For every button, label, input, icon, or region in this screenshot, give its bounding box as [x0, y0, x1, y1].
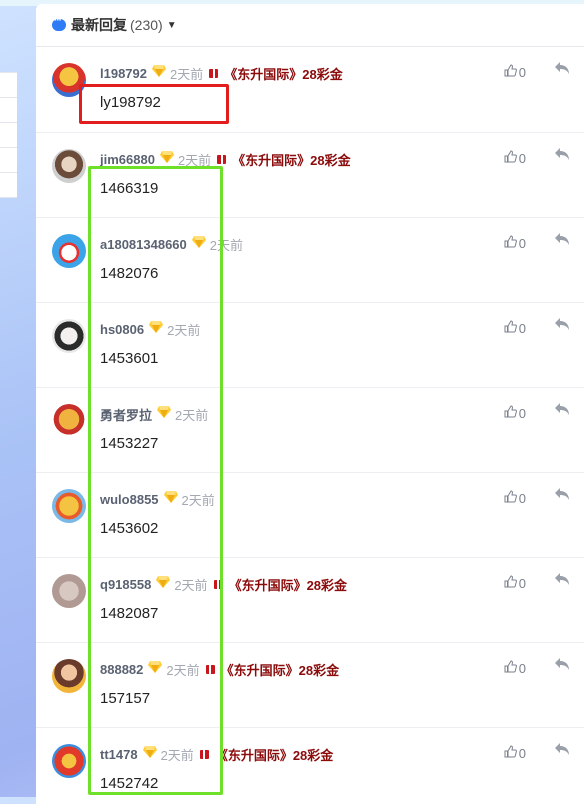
- thumbs-up-icon: [504, 575, 517, 591]
- thumbs-up-icon: [504, 64, 517, 80]
- reply-icon[interactable]: [554, 487, 570, 506]
- timestamp: 2天前: [170, 67, 204, 82]
- left-panel-row: [0, 173, 17, 198]
- comment-count: (230): [130, 17, 163, 33]
- username-link[interactable]: jim66880: [100, 152, 155, 167]
- thumbs-up-icon: [504, 320, 517, 336]
- left-panel-row: [0, 98, 17, 123]
- user-title-badge: 《东升国际》28彩金: [228, 578, 348, 593]
- reply-icon[interactable]: [554, 402, 570, 421]
- avatar[interactable]: [52, 489, 86, 523]
- like-count: 0: [518, 235, 526, 251]
- like-button[interactable]: 0: [504, 235, 526, 251]
- user-title-badge: 《东升国际》28彩金: [220, 663, 340, 678]
- thumbs-up-icon: [504, 405, 517, 421]
- like-count: 0: [518, 575, 526, 591]
- reply-icon[interactable]: [554, 61, 570, 80]
- thumbs-up-icon: [504, 490, 517, 506]
- like-button[interactable]: 0: [504, 64, 526, 80]
- avatar[interactable]: [52, 574, 86, 608]
- reply-icon[interactable]: [554, 232, 570, 251]
- avatar[interactable]: [52, 744, 86, 778]
- left-panel-row: [0, 123, 17, 148]
- chat-bubble-icon: [52, 15, 66, 31]
- reply-icon[interactable]: [554, 742, 570, 761]
- left-panel-row: [0, 73, 17, 98]
- left-side-panel: [0, 72, 17, 198]
- reply-icon[interactable]: [554, 572, 570, 591]
- comment-meta: l198792 2天前 《东升国际》28彩金: [100, 64, 343, 83]
- like-button[interactable]: 0: [504, 745, 526, 761]
- like-count: 0: [518, 660, 526, 676]
- medal-icon: [152, 64, 166, 77]
- thumbs-up-icon: [504, 235, 517, 251]
- like-button[interactable]: 0: [504, 490, 526, 506]
- gift-icon: [217, 155, 227, 164]
- reply-icon[interactable]: [554, 657, 570, 676]
- user-title-badge: 《东升国际》28彩金: [224, 67, 343, 82]
- comments-header[interactable]: 最新回复 (230) ▼: [36, 4, 584, 47]
- highlight-box-red: [79, 84, 229, 124]
- avatar[interactable]: [52, 319, 86, 353]
- thumbs-up-icon: [504, 745, 517, 761]
- avatar[interactable]: [52, 149, 86, 183]
- header-title: 最新回复: [71, 17, 127, 33]
- like-count: 0: [518, 320, 526, 336]
- like-button[interactable]: 0: [504, 405, 526, 421]
- like-button[interactable]: 0: [504, 150, 526, 166]
- like-count: 0: [518, 64, 526, 80]
- medal-icon: [159, 150, 174, 163]
- like-count: 0: [518, 150, 526, 166]
- thumbs-up-icon: [504, 150, 517, 166]
- reply-icon[interactable]: [554, 147, 570, 166]
- highlight-box-green: [88, 166, 223, 795]
- like-count: 0: [518, 405, 526, 421]
- like-count: 0: [518, 745, 526, 761]
- thumbs-up-icon: [504, 660, 517, 676]
- like-button[interactable]: 0: [504, 320, 526, 336]
- gift-icon: [209, 69, 219, 78]
- reply-icon[interactable]: [554, 317, 570, 336]
- user-title-badge: 《东升国际》28彩金: [214, 748, 334, 763]
- user-title-badge: 《东升国际》28彩金: [232, 153, 351, 168]
- like-button[interactable]: 0: [504, 575, 526, 591]
- like-button[interactable]: 0: [504, 660, 526, 676]
- left-panel-row: [0, 148, 17, 173]
- chevron-down-icon[interactable]: ▼: [167, 20, 177, 31]
- like-count: 0: [518, 490, 526, 506]
- avatar[interactable]: [52, 234, 86, 268]
- avatar[interactable]: [52, 404, 86, 438]
- avatar[interactable]: [52, 659, 86, 693]
- username-link[interactable]: l198792: [100, 66, 147, 81]
